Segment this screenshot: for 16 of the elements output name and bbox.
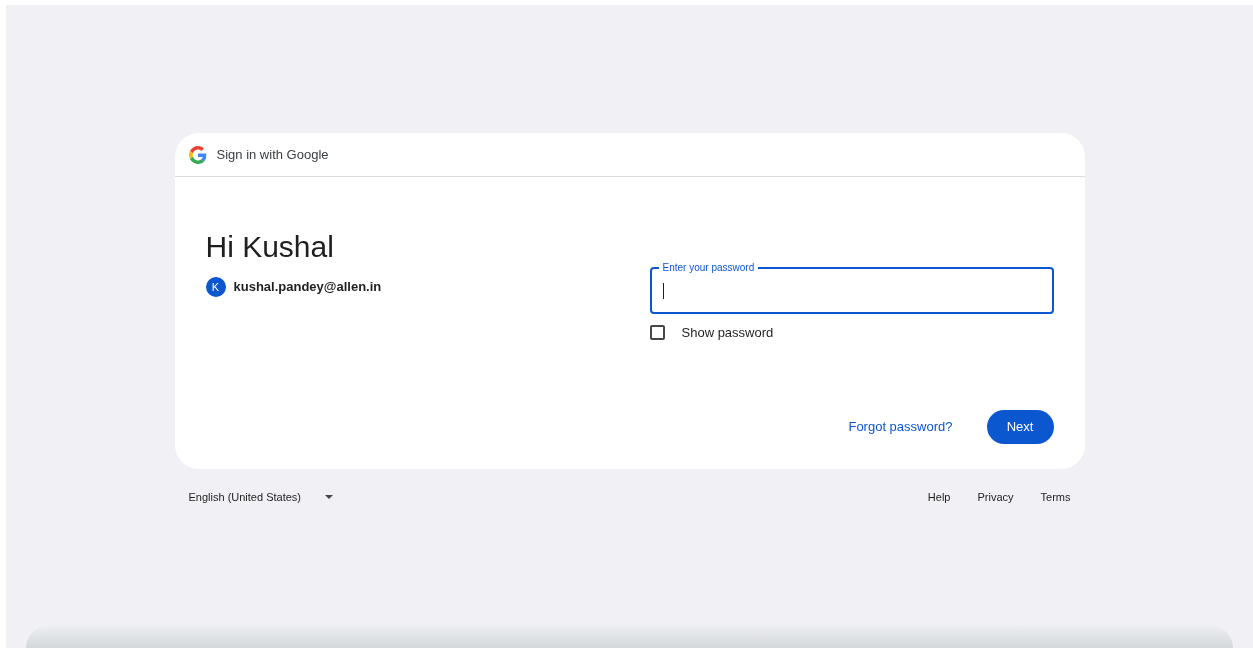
avatar: K <box>205 277 226 297</box>
footer-link[interactable]: Help <box>927 489 951 506</box>
forgot-password-link[interactable]: Forgot password? <box>848 416 953 437</box>
language-selector[interactable]: English (United States) <box>188 489 333 506</box>
google-logo-icon <box>188 145 207 164</box>
account-email[interactable]: kushal.pandey@allen.in <box>233 277 382 297</box>
show-password-label[interactable]: Show password <box>681 323 774 343</box>
show-password-checkbox[interactable] <box>649 325 665 341</box>
text-cursor <box>662 282 664 299</box>
header-title: Sign in with Google <box>216 145 329 164</box>
next-button[interactable]: Next <box>986 409 1054 444</box>
greeting-heading: Hi Kushal <box>205 229 335 265</box>
dropdown-caret-icon <box>325 495 333 500</box>
footer-link[interactable]: Privacy <box>977 489 1014 506</box>
footer-link[interactable]: Terms <box>1040 489 1071 506</box>
password-field-label: Enter your password <box>658 260 759 275</box>
